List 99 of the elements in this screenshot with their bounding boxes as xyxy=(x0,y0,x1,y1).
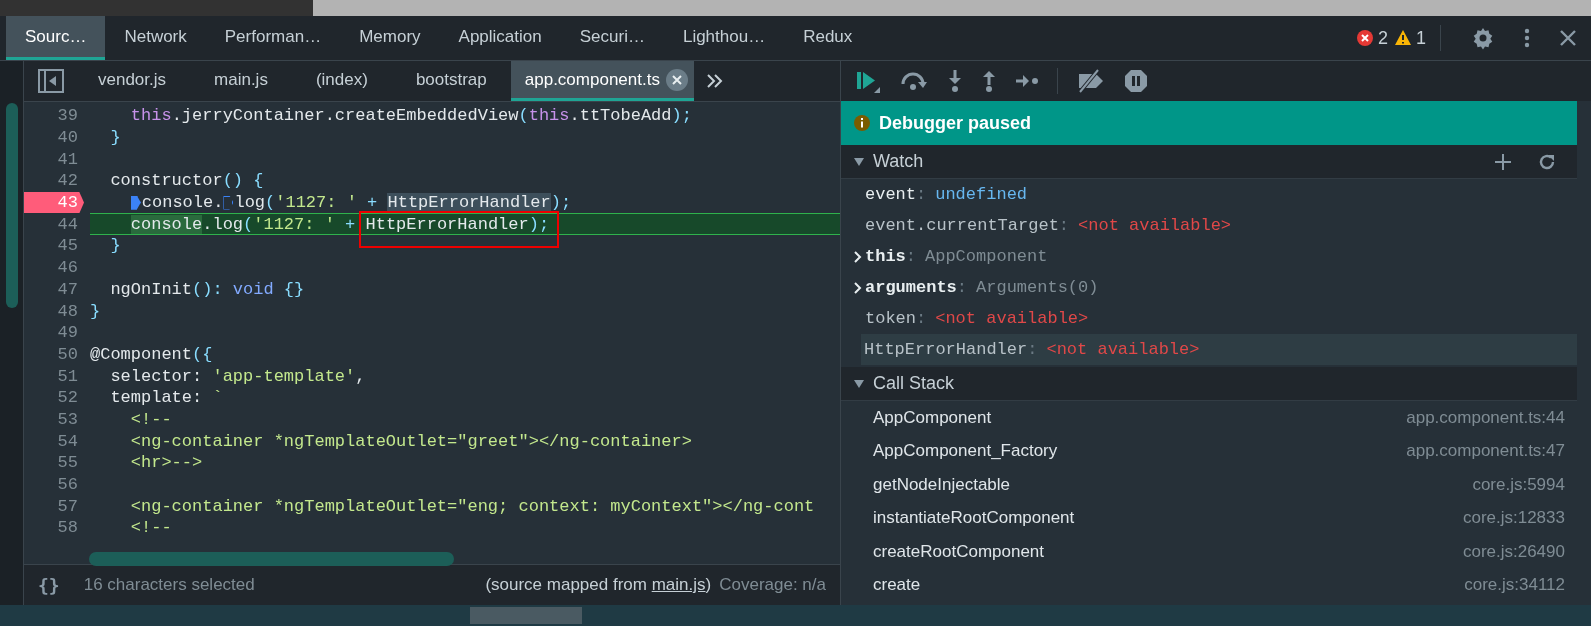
frame-location[interactable]: core.js:12833 xyxy=(1462,508,1565,529)
panel-tab[interactable]: Application xyxy=(439,16,561,60)
paused-banner: Debugger paused xyxy=(841,101,1577,145)
line-number: 57 xyxy=(56,495,79,518)
code-line: console. log('1127: ' + HttpErrorHandler); xyxy=(90,193,572,213)
code-line: <!-- xyxy=(129,518,172,538)
line-number: 54 xyxy=(56,430,79,452)
file-tab[interactable]: vendor.js xyxy=(74,61,191,101)
step-into-icon[interactable] xyxy=(947,69,963,93)
add-icon[interactable] xyxy=(1493,151,1513,172)
stack-frame[interactable]: create xyxy=(873,575,921,596)
stack-frame[interactable]: createRootComponent xyxy=(873,541,1045,562)
source-map-info: (source mapped from main.js) xyxy=(485,575,712,595)
watch-item[interactable]: arguments: Arguments(0) xyxy=(841,272,1577,303)
sidebar-toggle-icon[interactable] xyxy=(38,69,64,93)
panel-tab[interactable]: Lighthou… xyxy=(663,16,785,60)
warning-icon xyxy=(1394,29,1412,47)
selection-info: 16 characters selected xyxy=(83,575,256,595)
triangle-icon xyxy=(853,378,865,389)
panel-tab[interactable]: Network xyxy=(105,16,206,60)
panel-tab[interactable]: Sourc… xyxy=(6,16,106,60)
code-line: this.jerryContainer.createEmbeddedView(this.ttTobeAdd); xyxy=(129,106,692,126)
code-line: @Component({ xyxy=(90,344,213,364)
file-tab[interactable]: bootstrap xyxy=(391,61,511,101)
frame-location[interactable]: core.js:26490 xyxy=(1462,541,1565,562)
line-number: 53 xyxy=(56,408,79,431)
section-header[interactable]: Call Stack xyxy=(841,367,1577,401)
line-number: 55 xyxy=(56,452,79,474)
code-line: ngOnInit(): void {} xyxy=(109,279,305,299)
line-number: 49 xyxy=(56,322,79,344)
step-over-icon[interactable] xyxy=(899,70,929,92)
scrollbar[interactable] xyxy=(470,607,582,624)
code-line: <hr>--> xyxy=(129,453,203,473)
panel-tab[interactable]: Memory xyxy=(340,16,440,60)
close-icon[interactable] xyxy=(1559,29,1577,47)
line-number: 42 xyxy=(56,170,79,192)
watch-item[interactable]: this: AppComponent xyxy=(841,241,1577,272)
code-line: console.log('1127: ' + HttpErrorHandler); xyxy=(90,214,550,234)
close-icon[interactable] xyxy=(665,68,688,91)
line-number: 47 xyxy=(56,278,79,301)
line-number: 51 xyxy=(56,365,79,387)
inline-breakpoint-icon[interactable] xyxy=(130,195,141,210)
file-tab[interactable]: (index) xyxy=(291,61,392,101)
warning-count: 1 xyxy=(1416,27,1426,49)
coverage-info: Coverage: n/a xyxy=(719,575,826,595)
line-number: 50 xyxy=(56,343,79,366)
file-link[interactable]: main.js xyxy=(651,575,706,594)
frame-location[interactable]: app.component.ts:44 xyxy=(1406,407,1565,428)
scrollbar[interactable] xyxy=(6,103,18,308)
pretty-print-button[interactable]: {} xyxy=(38,574,60,596)
line-number: 58 xyxy=(56,517,79,539)
code-line: <ng-container *ngTemplateOutlet="greet"></ng-container> xyxy=(129,431,692,451)
panel-tab[interactable]: Securi… xyxy=(560,16,664,60)
line-number: 48 xyxy=(56,300,79,322)
line-number: 40 xyxy=(56,127,79,149)
line-number: 39 xyxy=(56,105,79,127)
stack-frame[interactable]: AppComponent xyxy=(873,407,992,428)
frame-location[interactable]: core.js:5994 xyxy=(1472,474,1565,495)
info-icon xyxy=(853,114,871,132)
more-icon[interactable] xyxy=(1523,26,1531,50)
pause-on-exceptions-icon[interactable] xyxy=(1124,69,1148,93)
chevron-icon[interactable] xyxy=(705,73,724,89)
stack-frame[interactable]: AppComponent_Factory xyxy=(873,441,1058,462)
line-number: 41 xyxy=(56,148,79,171)
step-icon[interactable] xyxy=(1015,73,1039,89)
watch-item[interactable]: event.currentTarget: <not available> xyxy=(841,210,1577,241)
code-line: template: ` xyxy=(109,388,223,408)
watch-item[interactable]: event: undefined xyxy=(841,179,1577,210)
triangle-icon xyxy=(853,156,865,167)
panel-tab[interactable]: Performan… xyxy=(205,16,341,60)
section-header[interactable]: Watch xyxy=(841,145,1577,179)
stack-frame[interactable]: instantiateRootComponent xyxy=(873,508,1075,529)
code-line: <!-- xyxy=(129,409,172,429)
code-line: <ng-container *ngTemplateOutlet="eng; context: myContext"></ng-cont xyxy=(129,496,815,516)
resume-icon[interactable] xyxy=(855,69,881,93)
panel-tab[interactable]: Redux xyxy=(784,16,872,60)
frame-location[interactable]: core.js:34112 xyxy=(1464,575,1565,596)
watch-item[interactable]: token: <not available> xyxy=(841,303,1577,334)
code-line: } xyxy=(109,236,121,256)
error-icon xyxy=(1355,29,1374,47)
breakpoint-marker: 43 xyxy=(24,191,84,214)
line-number: 46 xyxy=(56,257,79,279)
file-tab[interactable]: main.js xyxy=(190,61,292,101)
file-tab[interactable]: app.component.ts xyxy=(510,61,694,101)
scrollbar[interactable] xyxy=(89,552,454,566)
code-line: constructor() { xyxy=(109,171,264,191)
code-line: selector: 'app-template', xyxy=(109,366,366,386)
code-line: } xyxy=(109,128,121,148)
line-number: 52 xyxy=(56,387,79,409)
error-count: 2 xyxy=(1377,27,1388,49)
frame-location[interactable]: app.component.ts:47 xyxy=(1406,441,1565,462)
line-number: 56 xyxy=(56,474,79,496)
settings-icon[interactable] xyxy=(1471,26,1495,50)
line-number: 45 xyxy=(56,235,79,257)
deactivate-breakpoints-icon[interactable] xyxy=(1076,69,1106,93)
step-out-icon[interactable] xyxy=(981,69,997,93)
code-line: } xyxy=(90,301,101,321)
stack-frame[interactable]: getNodeInjectable xyxy=(873,474,1011,495)
watch-item[interactable]: HttpErrorHandler: <not available> xyxy=(861,334,1577,365)
